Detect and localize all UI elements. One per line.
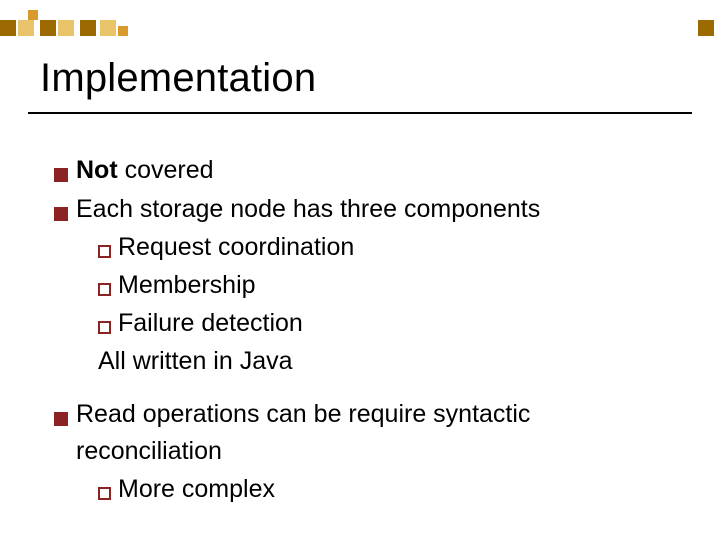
bullet-text: Each storage node has three components	[76, 191, 680, 228]
hollow-square-bullet-icon	[98, 245, 111, 258]
slide-decoration	[0, 14, 720, 42]
sub-bullet-text: Failure detection	[118, 305, 680, 342]
slide-title: Implementation	[40, 56, 316, 101]
bullet-text: Not covered	[76, 152, 680, 189]
bullet-item: Each storage node has three components	[54, 191, 680, 228]
sub-bullet-item: Membership	[98, 267, 680, 304]
plain-line: All written in Java	[98, 343, 680, 380]
sub-bullet-item: More complex	[98, 471, 680, 508]
bullet-item: Not covered	[54, 152, 680, 189]
hollow-square-bullet-icon	[98, 321, 111, 334]
sub-bullet-text: Membership	[118, 267, 680, 304]
sub-bullet-item: Failure detection	[98, 305, 680, 342]
slide-body: Not covered Each storage node has three …	[54, 150, 680, 508]
sub-bullet-text: Request coordination	[118, 229, 680, 266]
square-bullet-icon	[54, 412, 68, 426]
bullet-item: Read operations can be require syntactic…	[54, 396, 680, 470]
title-rule	[28, 112, 692, 114]
slide: Implementation Not covered Each storage …	[0, 0, 720, 540]
bullet-text: Read operations can be require syntactic…	[76, 396, 680, 470]
square-bullet-icon	[54, 207, 68, 221]
sub-bullet-text: More complex	[118, 471, 680, 508]
square-bullet-icon	[54, 168, 68, 182]
hollow-square-bullet-icon	[98, 487, 111, 500]
sub-bullet-item: Request coordination	[98, 229, 680, 266]
hollow-square-bullet-icon	[98, 283, 111, 296]
